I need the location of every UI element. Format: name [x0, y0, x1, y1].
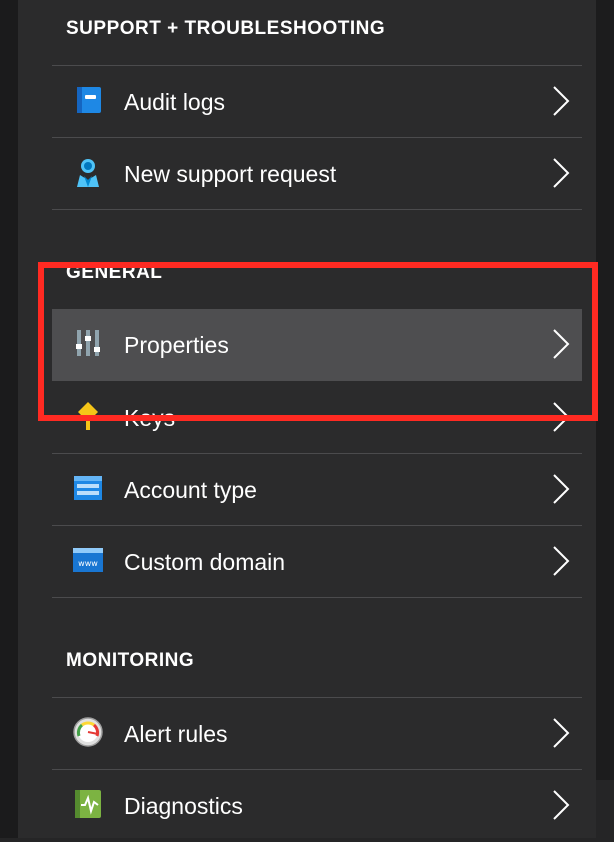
divider	[52, 209, 582, 210]
chevron-right-icon	[553, 158, 570, 188]
menu-item-alert-rules[interactable]: Alert rules	[52, 698, 582, 770]
diagnostics-pulse-icon	[75, 790, 101, 818]
menu-item-label: Custom domain	[124, 548, 286, 575]
section-title-support: SUPPORT + TROUBLESHOOTING	[66, 18, 386, 39]
menu-item-account-type[interactable]: Account type	[52, 454, 582, 526]
menu-item-label: Audit logs	[124, 88, 226, 115]
chevron-right-icon	[553, 790, 570, 820]
section-title-monitoring: MONITORING	[66, 650, 195, 671]
menu-item-label: New support request	[124, 160, 337, 187]
divider	[52, 597, 582, 598]
menu-item-label: Diagnostics	[124, 792, 243, 819]
menu-item-diagnostics[interactable]: Diagnostics	[52, 770, 582, 842]
menu-item-audit-logs[interactable]: Audit logs	[52, 66, 582, 138]
menu-item-new-support-request[interactable]: New support request	[52, 138, 582, 210]
menu-item-label: Account type	[124, 476, 257, 503]
support-person-icon	[77, 159, 99, 187]
audit-log-icon	[77, 87, 101, 113]
www-domain-icon: www	[73, 548, 103, 572]
highlight-annotation-box	[38, 262, 598, 421]
chevron-right-icon	[553, 718, 570, 748]
left-gutter	[0, 0, 18, 838]
chevron-right-icon	[553, 474, 570, 504]
svg-text:www: www	[78, 559, 98, 568]
gauge-icon	[73, 717, 103, 747]
chevron-right-icon	[553, 546, 570, 576]
chevron-right-icon	[553, 86, 570, 116]
menu-item-label: Alert rules	[124, 720, 228, 747]
scrollbar-track[interactable]	[596, 0, 614, 780]
menu-item-custom-domain[interactable]: www Custom domain	[52, 526, 582, 598]
account-type-icon	[74, 476, 102, 500]
